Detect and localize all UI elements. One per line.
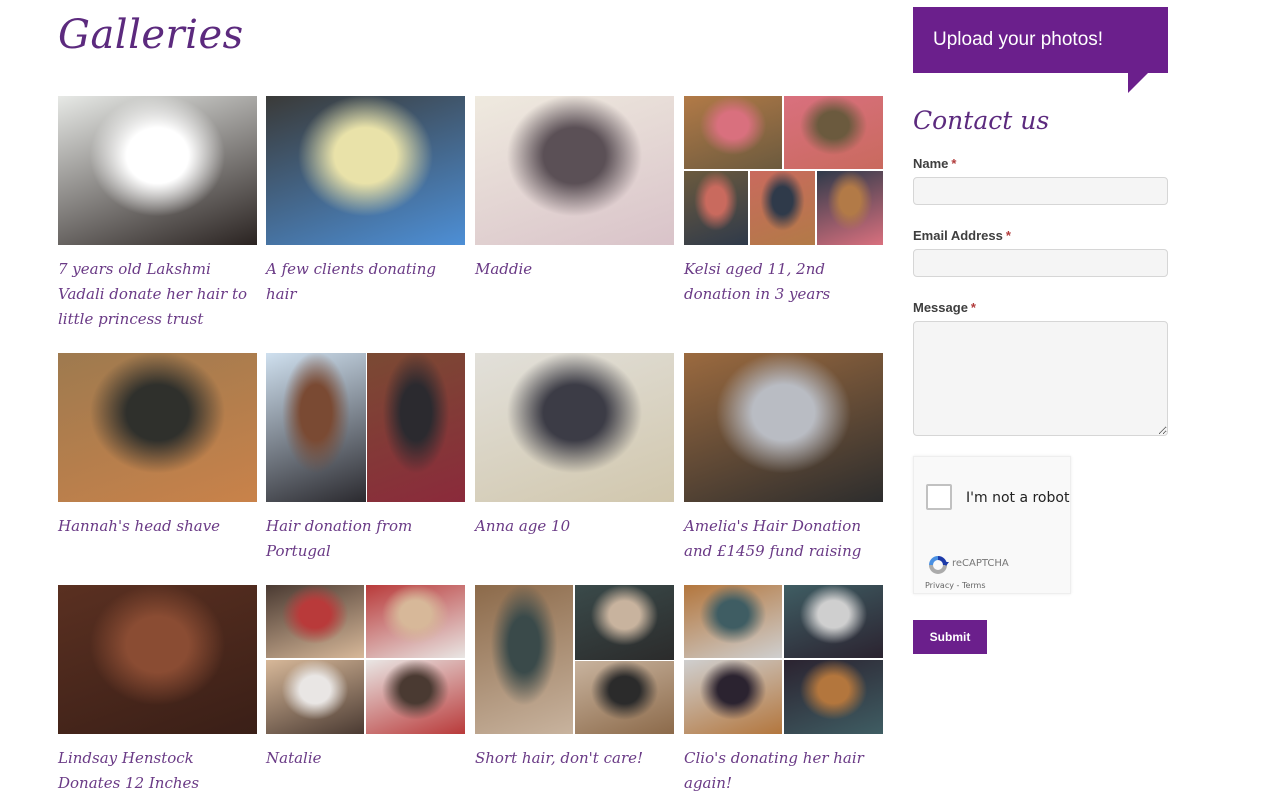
gallery-caption-link[interactable]: Kelsi aged 11, 2nd donation in 3 years [684,257,883,307]
photo-panel [783,585,883,658]
contact-title: Contact us [913,106,1050,135]
photo-panel [266,96,465,245]
speech-tail-icon [1128,73,1148,93]
gallery-card: Maddie [475,96,674,282]
photo-panel [817,170,883,245]
submit-button[interactable]: Submit [913,620,987,654]
photo-panel [475,96,674,245]
photo-panel [684,659,782,734]
photo-panel [58,585,257,734]
gallery-card: 7 years old Lakshmi Vadali donate her ha… [58,96,257,332]
recaptcha-logo-icon [929,556,949,574]
gallery-thumbnail[interactable] [266,353,465,502]
gallery-caption-link[interactable]: Maddie [475,257,674,282]
gallery-card: Lindsay Henstock Donates 12 Inches [58,585,257,796]
gallery-caption-link[interactable]: Hair donation from Portugal [266,514,465,564]
gallery-caption-link[interactable]: Lindsay Henstock Donates 12 Inches [58,746,257,796]
email-input[interactable] [913,249,1168,277]
photo-panel [749,170,816,245]
name-label-text: Name [913,156,949,171]
photo-panel [266,353,366,502]
upload-photos-button[interactable]: Upload your photos! [913,7,1168,73]
gallery-caption-link[interactable]: Clio's donating her hair again! [684,746,883,796]
recaptcha-label: I'm not a robot [966,490,1070,506]
gallery-card: A few clients donating hair [266,96,465,307]
photo-panel [475,585,573,734]
gallery-caption-link[interactable]: Anna age 10 [475,514,674,539]
recaptcha-privacy-terms-links[interactable]: Privacy - Terms [925,581,986,590]
page-title: Galleries [58,12,244,58]
photo-panel [365,659,465,734]
message-textarea[interactable] [913,321,1168,436]
gallery-thumbnail[interactable] [684,353,883,502]
gallery-card: Clio's donating her hair again! [684,585,883,796]
photo-panel [783,96,883,169]
recaptcha-checkbox[interactable] [926,484,952,510]
gallery-thumbnail[interactable] [475,96,674,245]
gallery-thumbnail[interactable] [58,585,257,734]
gallery-thumbnail[interactable] [475,585,674,734]
gallery-caption-link[interactable]: Hannah's head shave [58,514,257,539]
gallery-thumbnail[interactable] [684,585,883,734]
gallery-caption-link[interactable]: Amelia's Hair Donation and £1459 fund ra… [684,514,883,564]
name-label: Name * [913,156,956,171]
photo-panel [684,353,883,502]
gallery-thumbnail[interactable] [475,353,674,502]
photo-panel [574,585,674,660]
gallery-thumbnail[interactable] [266,96,465,245]
photo-panel [365,585,465,658]
photo-panel [58,96,257,245]
message-label-text: Message [913,300,968,315]
photo-panel [266,659,364,734]
photo-panel [684,585,782,658]
message-label: Message * [913,300,976,315]
photo-panel [684,170,748,245]
recaptcha-widget: I'm not a robot reCAPTCHA Privacy - Term… [913,456,1071,594]
required-mark: * [1005,228,1011,243]
recaptcha-brand: reCAPTCHA [952,558,1009,569]
email-label-text: Email Address [913,228,1003,243]
photo-panel [574,660,674,734]
required-mark: * [951,156,957,171]
photo-panel [367,353,465,502]
photo-panel [783,659,883,734]
gallery-card: Amelia's Hair Donation and £1459 fund ra… [684,353,883,564]
gallery-card: Anna age 10 [475,353,674,539]
gallery-card: Hannah's head shave [58,353,257,539]
required-mark: * [970,300,976,315]
gallery-thumbnail[interactable] [58,96,257,245]
gallery-caption-link[interactable]: Short hair, don't care! [475,746,674,771]
gallery-caption-link[interactable]: A few clients donating hair [266,257,465,307]
gallery-card: Kelsi aged 11, 2nd donation in 3 years [684,96,883,307]
name-input[interactable] [913,177,1168,205]
gallery-thumbnail[interactable] [266,585,465,734]
gallery-card: Natalie [266,585,465,771]
photo-panel [684,96,782,169]
email-label: Email Address * [913,228,1011,243]
photo-panel [475,353,674,502]
gallery-caption-link[interactable]: 7 years old Lakshmi Vadali donate her ha… [58,257,257,332]
gallery-thumbnail[interactable] [684,96,883,245]
gallery-thumbnail[interactable] [58,353,257,502]
photo-panel [266,585,364,658]
gallery-card: Hair donation from Portugal [266,353,465,564]
gallery-card: Short hair, don't care! [475,585,674,771]
gallery-caption-link[interactable]: Natalie [266,746,465,771]
upload-photos-label: Upload your photos! [933,29,1104,50]
photo-panel [58,353,257,502]
